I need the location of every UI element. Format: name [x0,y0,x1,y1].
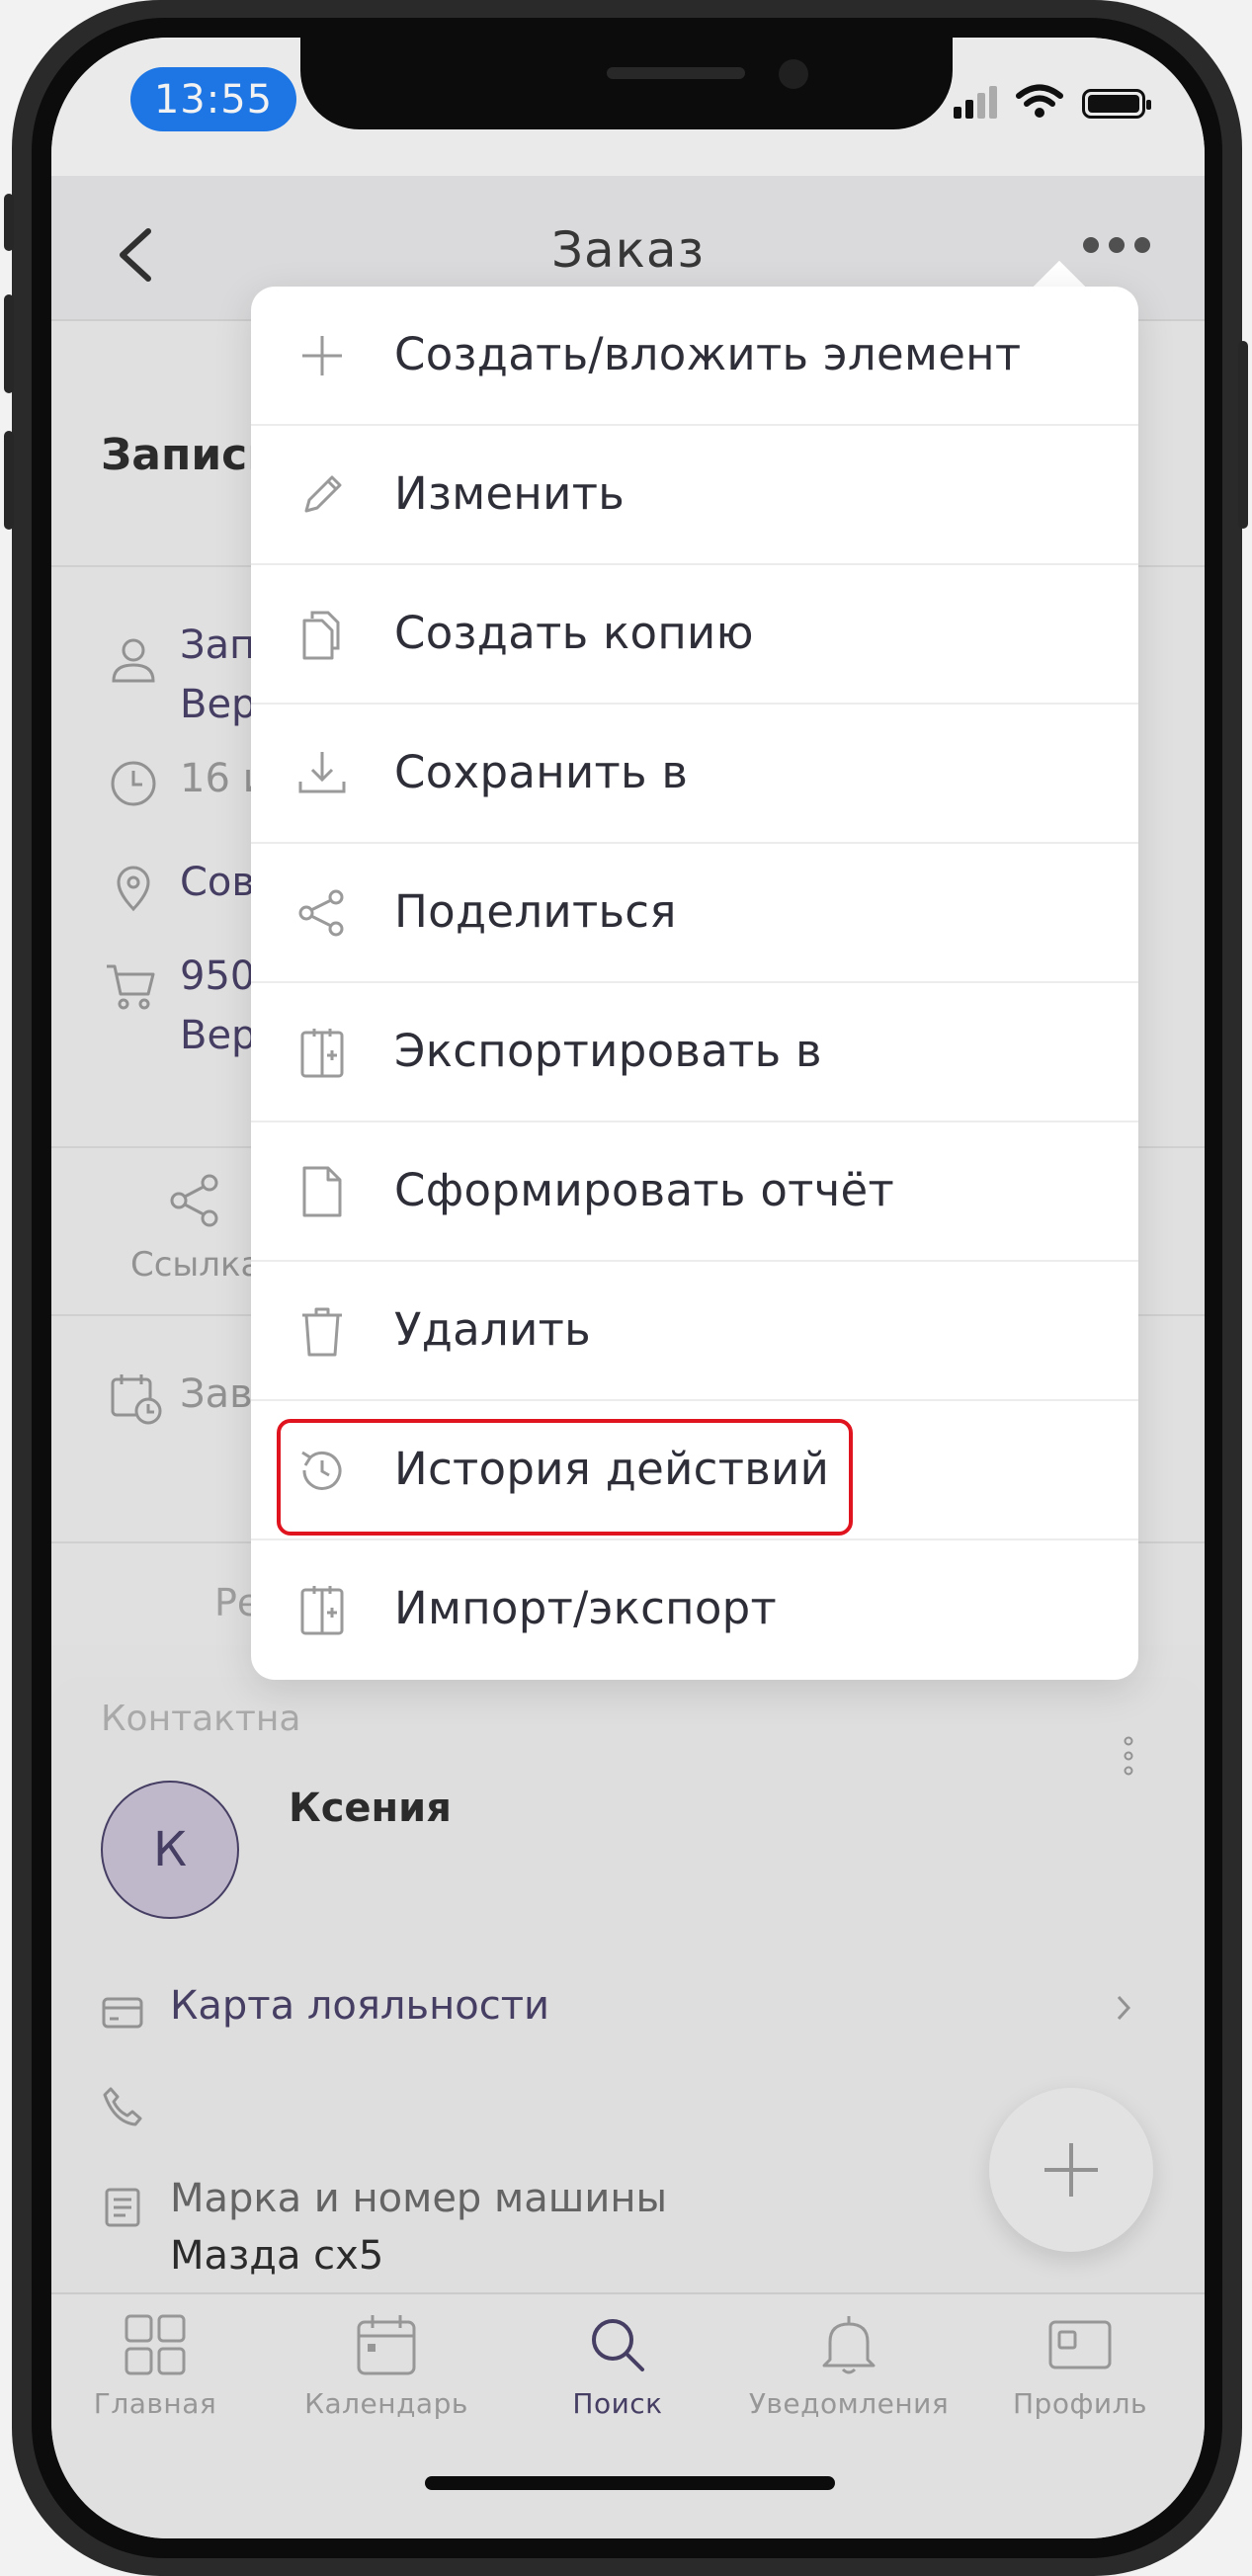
menu-item-export[interactable]: Экспортировать в [251,983,1138,1122]
menu-item-edit[interactable]: Изменить [251,426,1138,565]
download-icon [298,752,346,793]
menu-item-label: Создать копию [394,607,754,659]
menu-item-label: Создать/вложить элемент [394,328,1022,380]
menu-item-label: Сформировать отчёт [394,1164,895,1216]
plus-icon [302,336,342,375]
menu-item-label: Сохранить в [394,746,689,798]
menu-item-label: Импорт/экспорт [394,1582,778,1634]
menu-item-label: Поделиться [394,885,677,938]
copy-icon [302,611,340,660]
menu-item-share[interactable]: Поделиться [251,844,1138,983]
document-icon [302,1166,342,1217]
export-icon [300,1029,344,1078]
menu-item-copy[interactable]: Создать копию [251,565,1138,705]
highlight-box [277,1419,853,1536]
menu-item-label: Экспортировать в [394,1025,822,1077]
menu-item-label: Удалить [394,1303,591,1356]
trash-icon [302,1307,342,1357]
share-icon [298,889,344,937]
menu-item-import-export[interactable]: Импорт/экспорт [251,1540,1138,1680]
import-export-icon [300,1586,344,1635]
menu-item-label: Изменить [394,467,626,520]
menu-item-create-attach[interactable]: Создать/вложить элемент [251,287,1138,426]
menu-item-report[interactable]: Сформировать отчёт [251,1122,1138,1262]
pencil-icon [304,475,342,513]
menu-item-save-to[interactable]: Сохранить в [251,705,1138,844]
menu-item-delete[interactable]: Удалить [251,1262,1138,1401]
